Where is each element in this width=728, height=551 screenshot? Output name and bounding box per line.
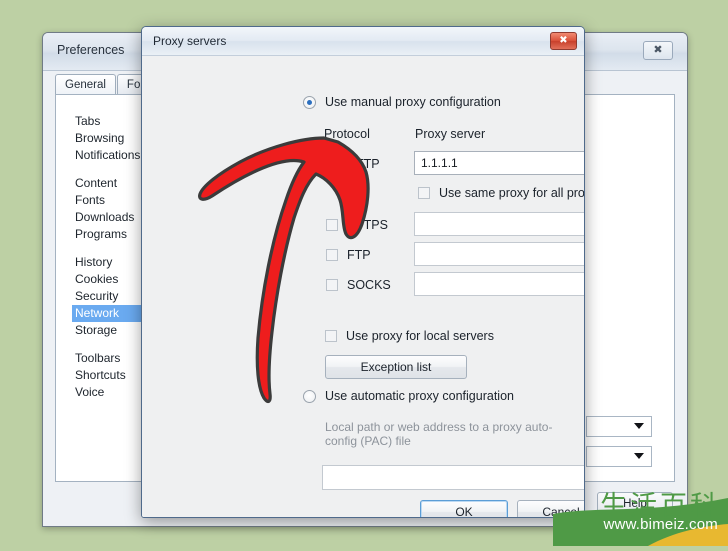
protocol-row-http[interactable]: HTTP	[326, 153, 380, 175]
proxy-server-input-ftp[interactable]	[414, 242, 584, 266]
preferences-dropdown-2[interactable]	[586, 446, 652, 467]
local-servers-label: Use proxy for local servers	[346, 329, 494, 343]
close-icon: ✖	[653, 43, 663, 56]
auto-proxy-label: Use automatic proxy configuration	[325, 389, 514, 403]
radio-icon-manual[interactable]	[303, 95, 316, 109]
cancel-button[interactable]: Cancel	[517, 500, 584, 517]
close-icon: ✖	[559, 35, 568, 46]
pac-url-input[interactable]	[322, 465, 584, 490]
chevron-down-icon	[634, 423, 644, 429]
protocol-row-https[interactable]: HTTPS	[326, 214, 388, 236]
preferences-title: Preferences	[57, 43, 125, 57]
protocol-label-socks: SOCKS	[347, 278, 391, 292]
chevron-down-icon	[634, 453, 644, 459]
column-header-proxy-server: Proxy server	[415, 127, 486, 141]
same-proxy-row[interactable]: Use same proxy for all protocols	[418, 186, 585, 200]
same-proxy-label: Use same proxy for all protocols	[439, 186, 585, 200]
proxy-servers-dialog: Proxy servers ✖ Use manual proxy configu…	[141, 26, 585, 518]
preferences-close-button[interactable]: ✖	[643, 41, 673, 60]
proxy-server-input-https[interactable]	[414, 212, 584, 236]
proxy-server-input-socks[interactable]	[414, 272, 584, 296]
dialog-title: Proxy servers	[153, 34, 227, 48]
protocol-label-http: HTTP	[347, 157, 380, 171]
ok-button[interactable]: OK	[420, 500, 508, 517]
tab-general[interactable]: General	[55, 74, 116, 95]
proxy-server-input-http[interactable]: 1.1.1.1	[414, 151, 584, 175]
exception-list-button[interactable]: Exception list	[325, 355, 467, 379]
checkbox-http[interactable]	[326, 158, 338, 170]
protocol-label-https: HTTPS	[347, 218, 388, 232]
column-header-protocol: Protocol	[324, 127, 370, 141]
checkbox-https[interactable]	[326, 219, 338, 231]
auto-proxy-radio-row[interactable]: Use automatic proxy configuration	[303, 389, 514, 403]
checkbox-socks[interactable]	[326, 279, 338, 291]
dialog-titlebar: Proxy servers ✖	[142, 27, 584, 56]
checkbox-local-servers[interactable]	[325, 330, 337, 342]
checkbox-same-proxy[interactable]	[418, 187, 430, 199]
checkbox-ftp[interactable]	[326, 249, 338, 261]
dialog-close-button[interactable]: ✖	[550, 32, 577, 50]
auto-proxy-hint: Local path or web address to a proxy aut…	[325, 420, 553, 448]
protocol-row-ftp[interactable]: FTP	[326, 244, 371, 266]
local-servers-row[interactable]: Use proxy for local servers	[325, 329, 494, 343]
protocol-row-socks[interactable]: SOCKS	[326, 274, 391, 296]
manual-proxy-label: Use manual proxy configuration	[325, 95, 501, 109]
radio-icon-auto[interactable]	[303, 389, 316, 403]
protocol-label-ftp: FTP	[347, 248, 371, 262]
sidebar-item-network[interactable]: Network	[72, 305, 149, 322]
manual-proxy-radio-row[interactable]: Use manual proxy configuration	[303, 95, 501, 109]
preferences-help-button[interactable]: Help	[597, 492, 673, 516]
preferences-dropdown-1[interactable]	[586, 416, 652, 437]
desktop-background: Preferences ✖ General Forms Tabs Browsin…	[0, 0, 728, 546]
proxy-server-value-http: 1.1.1.1	[421, 156, 458, 170]
